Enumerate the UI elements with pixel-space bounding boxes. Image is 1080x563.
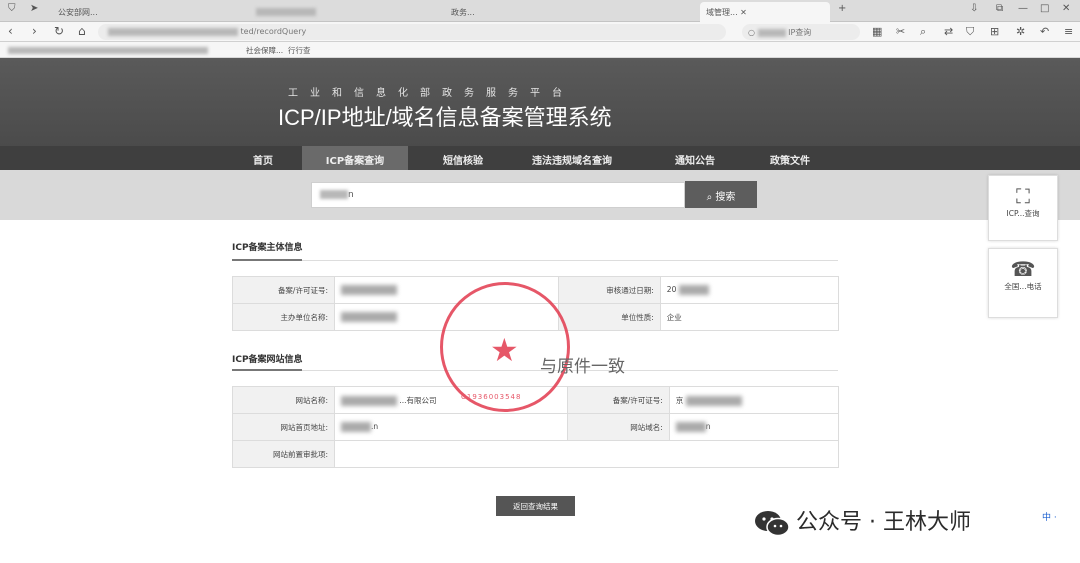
back-to-results-button[interactable]: 返回查询结果 xyxy=(496,496,575,516)
official-stamp: ★ C1936003548 xyxy=(440,282,570,412)
nav-illegal-domain[interactable]: 违法违规域名查询 xyxy=(512,146,632,170)
homepage-url-label: 网站首页地址: xyxy=(232,413,335,441)
approval-date-value: 20 xyxy=(659,276,840,304)
close-icon[interactable]: ✕ xyxy=(1062,3,1070,14)
handwritten-note: 与原件一致 xyxy=(540,357,625,377)
extensions-icon[interactable]: ⊞ xyxy=(990,25,999,38)
ime-indicator[interactable]: 中 · xyxy=(1042,510,1057,523)
organizer-label: 主办单位名称: xyxy=(232,303,335,331)
main-nav: 首页 ICP备案查询 短信核验 违法违规域名查询 通知公告 政策文件 xyxy=(0,146,1080,170)
table-row: 网站首页地址: .n 网站域名: n xyxy=(232,413,840,441)
bookmarks-bar: 社会保障... 行行查 xyxy=(0,42,1080,58)
subject-section-title: ICP备案主体信息 xyxy=(232,243,303,253)
browser-tab-bar: ⛉ ➤ 公安部网... 政务... 域管理... ✕ + ⇩ ⧉ — □ ✕ xyxy=(0,0,1080,22)
domain-label: 网站域名: xyxy=(566,413,670,441)
tab-active[interactable]: 域管理... ✕ xyxy=(700,2,830,22)
nav-icp-query[interactable]: ICP备案查询 xyxy=(302,146,408,170)
cut-icon[interactable]: ✂ xyxy=(896,25,905,38)
forward-icon[interactable]: › xyxy=(32,24,37,38)
back-icon[interactable]: ‹ xyxy=(8,24,13,38)
menu-icon[interactable]: ≡ xyxy=(1064,25,1073,38)
minimize-icon[interactable]: — xyxy=(1018,3,1028,14)
title-underline xyxy=(232,259,302,261)
tab-2[interactable] xyxy=(250,2,400,22)
domain-value: n xyxy=(668,413,840,441)
site-license-label: 备案/许可证号: xyxy=(566,386,670,414)
phone-icon: ☎ xyxy=(1010,257,1036,281)
table-row: 网站前置审批项: xyxy=(232,440,839,468)
record-number-label: 备案/许可证号: xyxy=(232,276,335,304)
homepage-url-value: .n xyxy=(334,413,568,441)
star-icon: ★ xyxy=(490,331,519,369)
undo-icon[interactable]: ↶ xyxy=(1040,25,1049,38)
entity-type-label: 单位性质: xyxy=(557,303,661,331)
title-underline xyxy=(232,369,302,371)
grid-icon[interactable]: ▦ xyxy=(872,25,882,38)
translate-icon[interactable]: ⇄ xyxy=(944,25,953,38)
tab-1[interactable]: 公安部网... xyxy=(52,2,132,22)
site-name-label: 网站名称: xyxy=(232,386,335,414)
browser-toolbar: ‹ › ↻ ⌂ ted/recordQuery ○ IP查询 ▦ ✂ ⌕ ⇄ ⛉… xyxy=(0,22,1080,42)
nav-notices[interactable]: 通知公告 xyxy=(650,146,740,170)
maximize-icon[interactable]: □ xyxy=(1040,3,1049,14)
find-icon[interactable]: ⌕ xyxy=(920,25,926,39)
shield-icon[interactable]: ⛉ xyxy=(8,3,16,14)
nav-policy[interactable]: 政策文件 xyxy=(748,146,832,170)
search-input[interactable]: n xyxy=(311,182,685,208)
site-title: ICP/IP地址/域名信息备案管理系统 xyxy=(278,105,612,130)
tab-3[interactable]: 政务... xyxy=(445,2,685,22)
bookmark-item[interactable]: 行行查 xyxy=(288,45,311,56)
pre-approval-label: 网站前置审批项: xyxy=(232,440,335,468)
search-area: n ⌕ 搜索 xyxy=(0,170,1080,220)
approval-date-label: 审核通过日期: xyxy=(557,276,661,304)
website-section-title: ICP备案网站信息 xyxy=(232,355,303,365)
search-button[interactable]: ⌕ 搜索 xyxy=(685,181,757,208)
browser-search-box[interactable]: ○ IP查询 xyxy=(742,24,860,40)
search-icon: ○ xyxy=(748,28,755,37)
site-license-value: 京 xyxy=(668,386,840,414)
nav-home[interactable]: 首页 xyxy=(232,146,294,170)
divider xyxy=(232,260,838,261)
side-widget-icp-query[interactable]: ⛶ ICP...查询 xyxy=(988,175,1058,241)
scan-icon: ⛶ xyxy=(1016,184,1030,208)
entity-type-value: 企业 xyxy=(659,303,840,331)
side-widget-hotline[interactable]: ☎ 全国...电话 xyxy=(988,248,1058,318)
site-header: 工业和信息化部政务服务平台 ICP/IP地址/域名信息备案管理系统 xyxy=(0,58,1080,146)
downloads-icon[interactable]: ⇩ xyxy=(970,3,978,14)
new-tab-button[interactable]: + xyxy=(838,3,846,14)
address-bar[interactable]: ted/recordQuery xyxy=(98,24,726,40)
settings-icon[interactable]: ✲ xyxy=(1016,25,1025,38)
reload-icon[interactable]: ↻ xyxy=(54,24,64,38)
navigation-icon[interactable]: ➤ xyxy=(30,3,38,14)
home-icon[interactable]: ⌂ xyxy=(78,24,86,38)
search-icon: ⌕ xyxy=(706,192,713,203)
restore-icon[interactable]: ⧉ xyxy=(996,3,1003,14)
nav-sms-verify[interactable]: 短信核验 xyxy=(418,146,508,170)
pre-approval-value xyxy=(334,440,839,468)
wechat-watermark: 公众号 · 王林大师 xyxy=(754,504,971,538)
shield-check-icon[interactable]: ⛉ xyxy=(966,25,974,39)
wechat-icon xyxy=(755,511,790,537)
site-subtitle: 工业和信息化部政务服务平台 xyxy=(288,88,574,99)
bookmark-blurred[interactable] xyxy=(8,45,208,54)
bookmark-item[interactable]: 社会保障... xyxy=(246,45,283,56)
